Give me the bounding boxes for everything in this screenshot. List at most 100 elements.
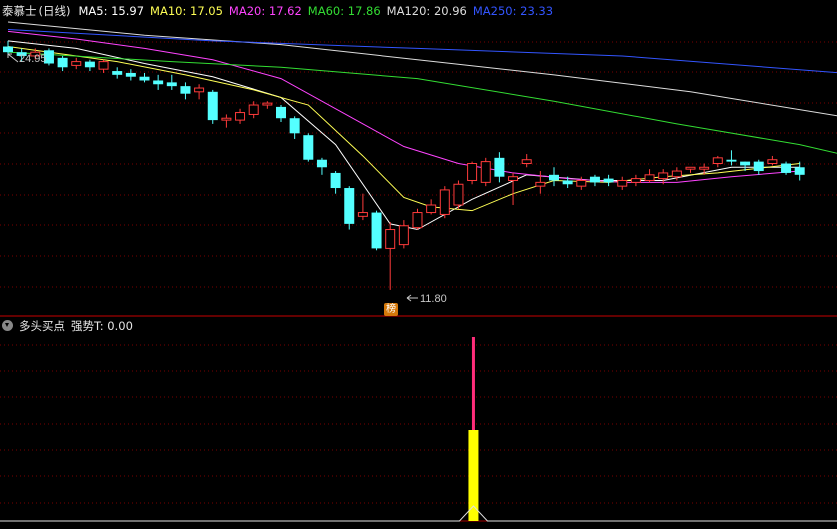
indicator-menu-icon[interactable]: [2, 320, 13, 331]
candle[interactable]: [98, 59, 109, 73]
sub-indicator-name[interactable]: 多头买点: [19, 319, 65, 333]
ma10-line: [7, 46, 800, 212]
candle-body-down: [330, 172, 341, 189]
candle-body-up: [98, 61, 109, 70]
candle[interactable]: [221, 114, 232, 128]
candle[interactable]: [494, 152, 505, 183]
candle[interactable]: [112, 67, 123, 79]
chart-canvas[interactable]: 24.95 11.80: [0, 0, 837, 529]
ma20-line: [7, 30, 800, 183]
candle-body-down: [316, 159, 327, 168]
low-marker: 11.80: [406, 293, 447, 305]
candle[interactable]: [385, 221, 396, 290]
candle[interactable]: [549, 167, 559, 187]
candle[interactable]: [84, 59, 95, 72]
candle[interactable]: [207, 89, 218, 124]
candle[interactable]: [480, 157, 491, 187]
candle[interactable]: [521, 154, 532, 168]
candle[interactable]: [767, 155, 778, 166]
candle-body-down: [753, 161, 764, 172]
candle[interactable]: [630, 174, 641, 187]
ma10-value: MA10: 17.05: [150, 4, 223, 18]
candlesticks[interactable]: [3, 40, 805, 290]
candle[interactable]: [357, 193, 368, 221]
candle[interactable]: [535, 171, 546, 194]
candle-body-down: [549, 174, 559, 181]
candle-body-up: [412, 212, 423, 229]
candle[interactable]: [303, 133, 314, 162]
candle-body-up: [617, 179, 628, 187]
high-marker: 24.95: [7, 53, 47, 65]
candle[interactable]: [371, 210, 382, 251]
stock-name[interactable]: 泰慕士: [2, 4, 37, 18]
candle-body-up: [671, 170, 682, 178]
candle-body-up: [467, 163, 478, 181]
candle-body-up: [71, 61, 82, 66]
candle[interactable]: [589, 174, 600, 187]
ma5-value: MA5: 15.97: [78, 4, 145, 18]
candle-body-up: [644, 174, 655, 181]
candle[interactable]: [289, 116, 300, 139]
candle-body-down: [207, 91, 218, 121]
candle[interactable]: [125, 69, 136, 81]
candle[interactable]: [439, 186, 450, 219]
candle[interactable]: [781, 161, 792, 175]
candle-body-up: [398, 225, 409, 246]
candle-body-up: [508, 176, 519, 181]
candle[interactable]: [426, 199, 437, 215]
candle[interactable]: [235, 108, 246, 124]
candle[interactable]: [344, 186, 355, 230]
candle-body-down: [344, 188, 355, 224]
ma5-line: [7, 40, 800, 231]
candle[interactable]: [712, 155, 723, 168]
candle-body-up: [699, 166, 710, 170]
rank-badge[interactable]: 榜: [384, 303, 398, 316]
candle[interactable]: [248, 101, 259, 119]
candle[interactable]: [617, 176, 628, 190]
candle[interactable]: [276, 105, 286, 122]
candle[interactable]: [166, 74, 177, 90]
candle-body-up: [439, 189, 450, 215]
candle-body-down: [3, 46, 13, 53]
candle[interactable]: [753, 159, 764, 175]
grid-lines: [0, 41, 837, 504]
candle[interactable]: [194, 84, 205, 100]
candle[interactable]: [71, 57, 82, 70]
low-price-label: 11.80: [420, 293, 447, 305]
candle[interactable]: [412, 208, 423, 230]
candle-body-down: [125, 72, 136, 77]
ma250-value: MA250: 23.33: [472, 4, 554, 18]
candle-body-up: [262, 102, 273, 106]
candle[interactable]: [453, 180, 464, 209]
candle[interactable]: [685, 166, 696, 173]
period-label[interactable]: (日线): [39, 4, 71, 18]
strong-t-value: 强势T: 0.00: [71, 319, 133, 333]
candle-body-up: [357, 212, 368, 217]
candle[interactable]: [726, 150, 737, 166]
ma60-value: MA60: 17.86: [307, 4, 381, 18]
candle-body-up: [194, 87, 205, 93]
sub-chart-header: 多头买点 强势T: 0.00: [2, 319, 139, 333]
candle[interactable]: [603, 174, 614, 187]
candle[interactable]: [644, 169, 655, 183]
candle-body-down: [112, 71, 123, 75]
candle-body-down: [180, 86, 191, 94]
candle[interactable]: [139, 72, 150, 83]
candle[interactable]: [398, 220, 409, 249]
candle-body-down: [166, 82, 177, 87]
candle-body-down: [781, 163, 792, 173]
candle[interactable]: [316, 157, 327, 175]
candle[interactable]: [330, 171, 341, 194]
signal-panel-plot: [0, 337, 837, 522]
candle-body-down: [289, 118, 300, 134]
candle[interactable]: [57, 55, 68, 72]
ma120-value: MA120: 20.96: [386, 4, 467, 18]
candle-body-up: [221, 117, 232, 121]
candle[interactable]: [467, 161, 478, 185]
candle[interactable]: [508, 172, 519, 206]
candle[interactable]: [262, 101, 273, 109]
candle[interactable]: [180, 82, 191, 100]
candle-body-down: [303, 135, 314, 160]
candle[interactable]: [153, 74, 164, 90]
candle-body-up: [453, 183, 464, 206]
